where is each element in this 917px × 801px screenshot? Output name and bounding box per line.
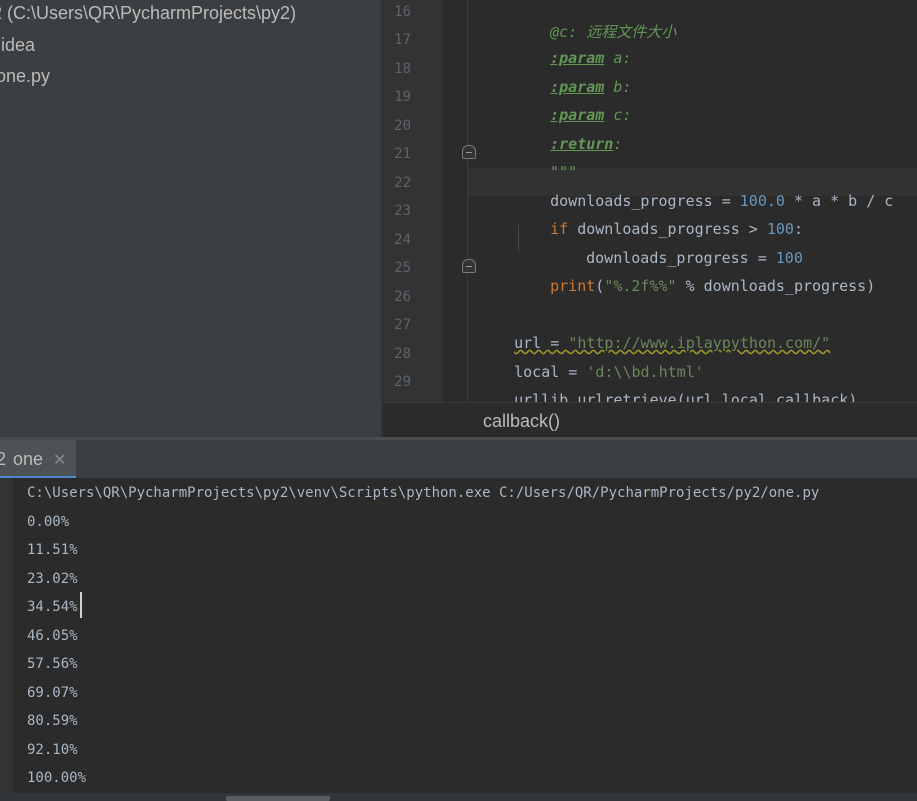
code-text: % downloads_progress) <box>676 277 876 295</box>
builtin-print: print <box>550 277 596 295</box>
run-toolwindow-header: 2 one ✕ <box>0 440 917 478</box>
line-number: 28 <box>394 346 411 362</box>
console-output-line: 0.00% <box>27 514 70 530</box>
string-literal: "%.2f%%" <box>604 277 677 295</box>
tab-one-label: one <box>13 449 44 469</box>
project-root-label: 2 (C:\Users\QR\PycharmProjects\py2) <box>0 3 297 23</box>
console-output-line: 46.05% <box>27 628 78 644</box>
fold-end-icon[interactable] <box>462 259 476 273</box>
line-number: 23 <box>394 203 411 219</box>
tree-item-one-py[interactable]: one.py <box>0 66 50 87</box>
tree-item-one-py-label: one.py <box>0 66 51 86</box>
run-console[interactable]: C:\Users\QR\PycharmProjects\py2\venv\Scr… <box>0 478 917 793</box>
line-number: 22 <box>394 175 411 191</box>
breadcrumb-bar: callback() <box>383 402 917 437</box>
code-text: ( <box>595 277 605 295</box>
line-number: 21 <box>394 146 411 162</box>
text-caret <box>80 592 82 618</box>
line-number: 24 <box>394 232 411 248</box>
console-output-line: 23.02% <box>27 571 78 587</box>
project-panel: 2 (C:\Users\QR\PycharmProjects\py2) .ide… <box>0 0 381 437</box>
console-output-line: 11.51% <box>27 542 78 558</box>
fold-end-icon[interactable] <box>462 145 476 159</box>
breadcrumb-callback[interactable]: callback() <box>483 411 560 432</box>
console-output-line: 57.56% <box>27 656 78 672</box>
project-root-item[interactable]: 2 (C:\Users\QR\PycharmProjects\py2) <box>0 3 296 24</box>
scrollbar-thumb[interactable] <box>226 796 330 801</box>
line-number: 25 <box>394 260 411 276</box>
close-icon[interactable]: ✕ <box>53 450 66 470</box>
console-gutter <box>0 478 13 793</box>
tab-number: 2 <box>0 449 7 469</box>
tree-item-idea-label: .idea <box>0 35 36 55</box>
line-number: 29 <box>394 374 411 390</box>
console-output-line: 100.00% <box>27 770 87 786</box>
line-number: 16 <box>394 4 411 20</box>
doc-return-colon: : <box>613 135 623 153</box>
horizontal-scrollbar[interactable] <box>0 793 917 801</box>
console-output-line: 80.59% <box>27 713 78 729</box>
console-output-line: 34.54% <box>27 599 78 615</box>
line-number: 18 <box>394 61 411 77</box>
line-number: 19 <box>394 89 411 105</box>
console-output-line: 92.10% <box>27 742 78 758</box>
console-output-line: 69.07% <box>27 685 78 701</box>
tab-one[interactable]: 2 one ✕ <box>0 440 76 478</box>
code-line-25: print("%.2f%%" % downloads_progress) <box>514 259 875 313</box>
line-number: 27 <box>394 317 411 333</box>
tree-item-idea[interactable]: .idea <box>0 35 35 56</box>
code-editor[interactable]: 16 17 18 19 20 21 22 23 24 25 26 27 28 2… <box>383 0 917 437</box>
line-number: 20 <box>394 118 411 134</box>
line-number: 26 <box>394 289 411 305</box>
console-command: C:\Users\QR\PycharmProjects\py2\venv\Scr… <box>27 485 820 501</box>
line-number: 17 <box>394 32 411 48</box>
gutter-separator <box>467 0 468 402</box>
